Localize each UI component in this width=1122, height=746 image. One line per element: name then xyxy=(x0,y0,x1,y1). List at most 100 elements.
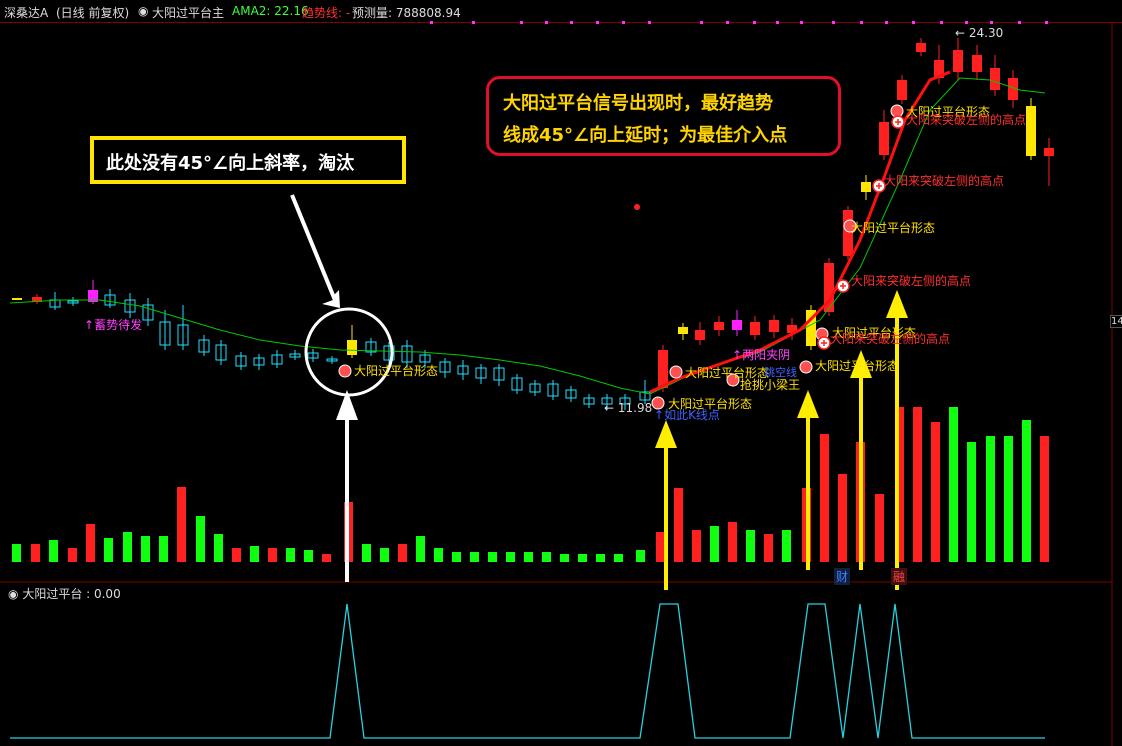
volume-bar xyxy=(524,552,533,562)
candle-body xyxy=(732,320,742,330)
pattern-ball-icon xyxy=(799,360,813,374)
volume-bar xyxy=(1022,420,1031,562)
top-dot xyxy=(832,21,835,24)
volume-bar xyxy=(506,552,515,562)
pattern-ball-icon xyxy=(669,365,683,379)
top-dot xyxy=(648,21,651,24)
volume-bar xyxy=(31,544,40,562)
volume-bar xyxy=(123,532,132,562)
volume-bar xyxy=(86,524,95,562)
volume-bar xyxy=(692,530,701,562)
yellow-arrow xyxy=(850,350,872,570)
pattern-label-4: 大阳过平台形态 xyxy=(815,359,900,373)
top-dot xyxy=(1018,21,1021,24)
volume-bar xyxy=(636,550,645,562)
callout-best-entry: 大阳过平台信号出现时，最好趋势 线成45°∠向上延时；为最佳介入点 xyxy=(486,76,841,156)
indicator-panel-icon[interactable]: ◉ xyxy=(8,587,18,601)
volume-bar xyxy=(596,554,605,562)
top-dot xyxy=(472,21,475,24)
top-dot xyxy=(570,21,573,24)
volume-bar xyxy=(304,550,313,562)
candle-body xyxy=(678,327,688,334)
top-dot xyxy=(726,21,729,24)
low-price-label: ← 11.98 xyxy=(604,401,653,415)
top-dot xyxy=(860,21,863,24)
volume-bar xyxy=(250,546,259,562)
volume-bar xyxy=(434,548,443,562)
candle-body xyxy=(750,322,760,335)
volume-bar xyxy=(560,554,569,562)
signal-indicator-line xyxy=(10,603,1045,739)
volume-bar xyxy=(820,434,829,562)
volume-bar xyxy=(949,407,958,562)
volume-bar xyxy=(674,488,683,562)
candle-body xyxy=(990,68,1000,90)
volume-bar xyxy=(214,534,223,562)
volume-bar xyxy=(986,436,995,562)
callout-yellow-text: 此处没有45°∠向上斜率，淘汰 xyxy=(106,153,355,174)
volume-bar xyxy=(104,538,113,562)
breakout-label-4: 大阳来突破左侧的高点 xyxy=(906,113,1027,127)
tiaokong-label: 跳空线 xyxy=(764,366,797,379)
xuming-label: ↑蓄势待发 xyxy=(84,318,143,332)
volume-bar xyxy=(578,554,587,562)
white-arrow-up xyxy=(336,390,358,582)
candle-body xyxy=(695,330,705,340)
candle-body xyxy=(714,322,724,330)
volume-bar xyxy=(49,540,58,562)
volume-bar xyxy=(488,552,497,562)
pattern-label-1: 大阳过平台形态 xyxy=(354,364,439,378)
callout-reject: 此处没有45°∠向上斜率，淘汰 xyxy=(90,136,406,184)
candle-body xyxy=(879,122,889,155)
breakout-plus-icon xyxy=(891,115,905,129)
top-dot xyxy=(545,21,548,24)
candle-body xyxy=(658,350,668,388)
top-dot xyxy=(520,21,523,24)
volume-bar xyxy=(764,534,773,562)
yellow-arrow xyxy=(655,420,677,590)
pattern-ball-icon xyxy=(890,104,904,118)
volume-bar xyxy=(1040,436,1049,562)
volume-bar xyxy=(838,474,847,562)
candle-body xyxy=(972,55,982,72)
rong-badge[interactable]: 融 xyxy=(891,568,908,585)
top-dot xyxy=(1045,21,1048,24)
breakout-plus-icon xyxy=(817,336,831,350)
volume-bar xyxy=(286,548,295,562)
volume-bar xyxy=(416,536,425,562)
breakout-label-3: 大阳来突破左侧的高点 xyxy=(884,174,1005,188)
candle-body xyxy=(1044,148,1054,156)
top-dot xyxy=(885,21,888,24)
top-dot xyxy=(965,21,968,24)
candle-body xyxy=(897,80,907,100)
breakout-plus-icon xyxy=(836,279,850,293)
top-dot xyxy=(430,21,433,24)
high-price-label: ← 24.30 xyxy=(955,26,1004,40)
pattern-label-6: 大阳过平台形态 xyxy=(851,221,936,235)
callout-red-line1: 大阳过平台信号出现时，最好趋势 xyxy=(503,93,773,114)
volume-bar xyxy=(362,544,371,562)
top-dot xyxy=(912,21,915,24)
volume-bar xyxy=(177,487,186,562)
volume-bar xyxy=(380,548,389,562)
top-dot xyxy=(753,21,756,24)
indicator-value: 大阳过平台 : 0.00 xyxy=(22,587,121,601)
white-arrow-down xyxy=(290,194,340,308)
yellow-arrow xyxy=(797,390,819,570)
top-dot xyxy=(800,21,803,24)
top-dot xyxy=(700,21,703,24)
cai-badge[interactable]: 财 xyxy=(834,568,851,585)
volume-bar xyxy=(452,552,461,562)
stray-dot xyxy=(634,204,640,210)
breakout-label-1: 大阳来突破左侧的高点 xyxy=(830,332,951,346)
indicator-panel-title[interactable]: ◉ 大阳过平台 : 0.00 xyxy=(8,585,121,602)
volume-bar xyxy=(931,422,940,562)
volume-bar xyxy=(322,554,331,562)
candle-body xyxy=(916,43,926,52)
top-dot xyxy=(776,21,779,24)
volume-bar xyxy=(398,544,407,562)
liangyang-label: ↑两阳夹阴 xyxy=(732,348,791,362)
top-dot xyxy=(596,21,599,24)
price-axis-marker: 14 xyxy=(1110,315,1122,328)
volume-bar xyxy=(728,522,737,562)
